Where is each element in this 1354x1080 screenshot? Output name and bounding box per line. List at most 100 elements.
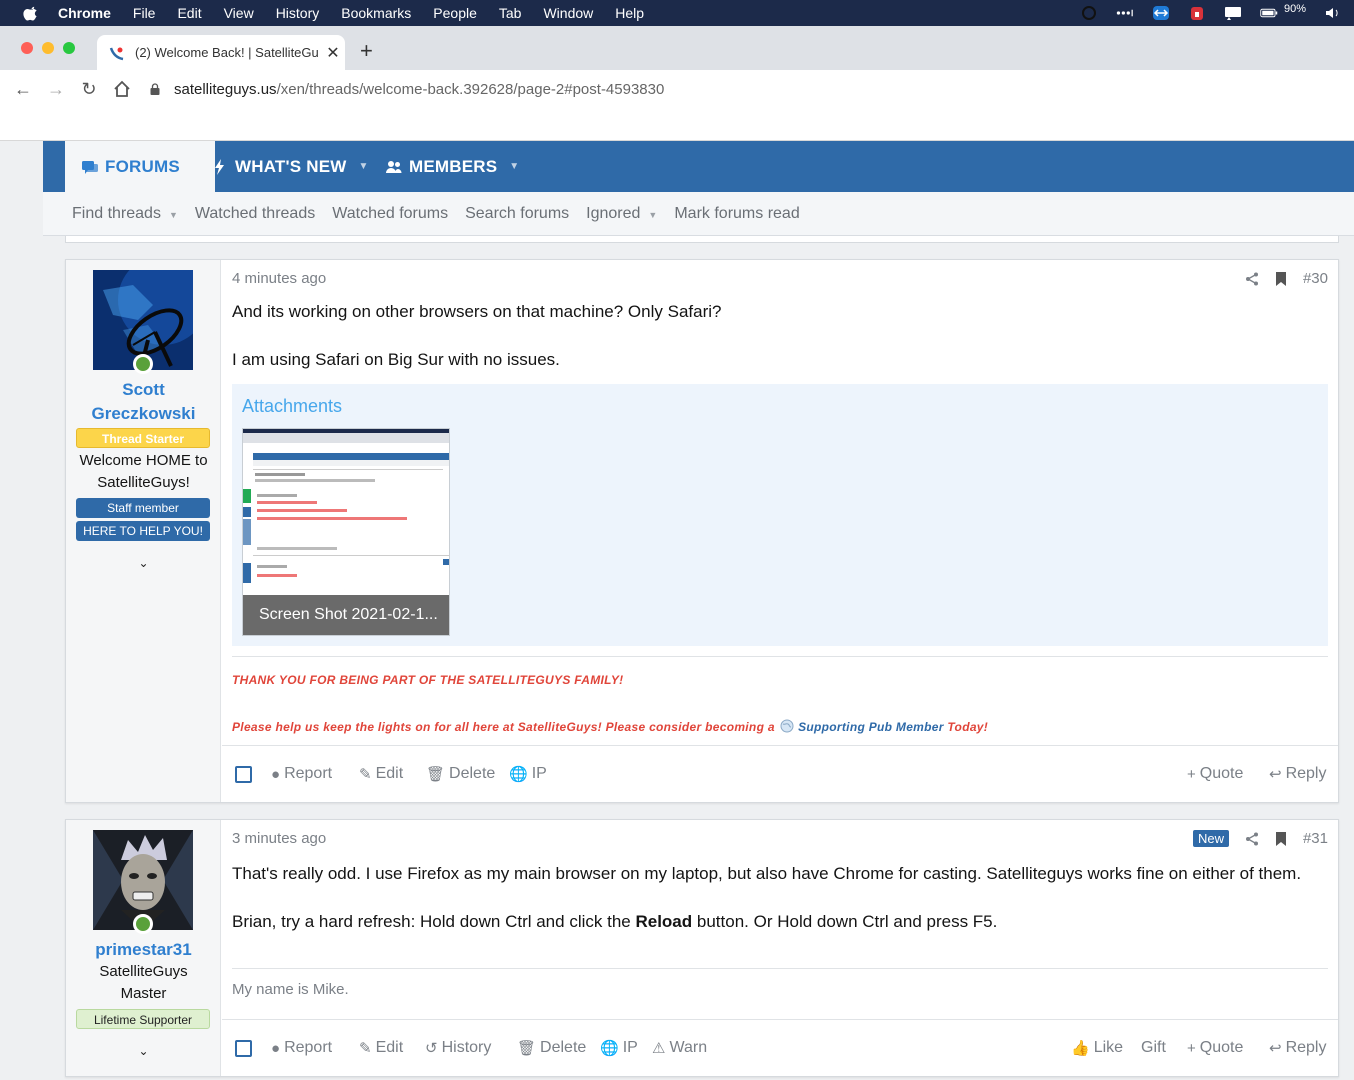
- menu-view[interactable]: View: [224, 5, 254, 21]
- ip-button[interactable]: 🌐 IP: [509, 765, 547, 783]
- select-post-checkbox[interactable]: [235, 766, 252, 783]
- report-button[interactable]: ● Report: [271, 765, 332, 783]
- browser-tab[interactable]: (2) Welcome Back! | SatelliteGu ✕: [97, 35, 345, 70]
- previous-post-edge: [65, 236, 1339, 243]
- post-number[interactable]: #30: [1303, 270, 1328, 287]
- home-icon[interactable]: [112, 79, 132, 99]
- online-status-icon: [133, 914, 153, 934]
- post-time[interactable]: 4 minutes ago: [232, 270, 326, 287]
- window-close-button[interactable]: [21, 42, 33, 54]
- select-post-checkbox[interactable]: [235, 1040, 252, 1057]
- ip-button[interactable]: 🌐 IP: [600, 1039, 638, 1057]
- edit-button[interactable]: ✎ Edit: [359, 765, 403, 783]
- attachment-thumbnail[interactable]: Screen Shot 2021-02-1...: [242, 428, 450, 636]
- delete-label: Delete: [449, 765, 496, 782]
- tab-forums[interactable]: FORUMS: [65, 141, 215, 192]
- menu-edit[interactable]: Edit: [177, 5, 201, 21]
- post-actions: ● Report ✎ Edit ↺ History 🗑 Delete 🌐 IP ⚠ Warn…: [222, 1019, 1338, 1076]
- gift-button[interactable]: Gift: [1141, 1039, 1166, 1057]
- address-bar[interactable]: satelliteguys.us/xen/threads/welcome-bac…: [150, 81, 664, 98]
- post-signature: My name is Mike.: [232, 968, 1328, 1008]
- window-minimize-button[interactable]: [42, 42, 54, 54]
- tab-title: (2) Welcome Back! | SatelliteGu: [135, 45, 319, 60]
- chevron-down-icon: ▼: [648, 209, 658, 220]
- post-31: primestar31 SatelliteGuys Master Lifetim…: [65, 819, 1339, 1077]
- teamviewer-icon[interactable]: [1152, 6, 1170, 20]
- lock-app-icon[interactable]: [1188, 6, 1206, 20]
- lock-icon[interactable]: [150, 83, 160, 95]
- subnav-ignored[interactable]: Ignored ▼: [586, 205, 657, 223]
- post-message: That's really odd. I use Firefox as my m…: [232, 862, 1328, 934]
- url-host: satelliteguys.us: [174, 80, 277, 98]
- notification-icon[interactable]: [1224, 6, 1242, 20]
- new-post-badge: New: [1192, 830, 1229, 847]
- menu-history[interactable]: History: [276, 5, 320, 21]
- report-label: Report: [284, 1039, 333, 1056]
- reply-arrow-icon: ↩: [1269, 1040, 1282, 1057]
- edit-button[interactable]: ✎ Edit: [359, 1039, 403, 1057]
- window-maximize-button[interactable]: [63, 42, 75, 54]
- menu-app-name[interactable]: Chrome: [58, 5, 111, 21]
- new-tab-button[interactable]: +: [360, 38, 373, 64]
- subnav-watched-threads[interactable]: Watched threads: [195, 205, 315, 223]
- supporting-member-link[interactable]: Supporting Pub Member: [798, 720, 944, 734]
- history-icon: ↺: [425, 1040, 438, 1057]
- menu-window[interactable]: Window: [543, 5, 593, 21]
- menu-tab[interactable]: Tab: [499, 5, 522, 21]
- chevron-down-icon[interactable]: ⌄: [66, 556, 221, 570]
- lifetime-supporter-badge: Lifetime Supporter: [76, 1009, 210, 1029]
- username[interactable]: primestar31: [66, 938, 221, 962]
- forward-icon[interactable]: →: [46, 79, 66, 99]
- user-title-line1: SatelliteGuys: [99, 963, 188, 980]
- tab-close-icon[interactable]: ✕: [321, 43, 345, 63]
- quote-button[interactable]: + Quote: [1187, 1039, 1243, 1057]
- menu-bookmarks[interactable]: Bookmarks: [341, 5, 411, 21]
- menu-help[interactable]: Help: [615, 5, 644, 21]
- chevron-down-icon[interactable]: ▼: [509, 161, 519, 172]
- subnav-find-threads[interactable]: Find threads ▼: [72, 205, 178, 223]
- subnav-search-forums[interactable]: Search forums: [465, 205, 569, 223]
- quote-button[interactable]: + Quote: [1187, 765, 1243, 783]
- signature-line1: THANK YOU FOR BEING PART OF THE SATELLIT…: [232, 673, 624, 687]
- subnav-watched-forums[interactable]: Watched forums: [332, 205, 448, 223]
- attachments-heading: Attachments: [242, 396, 343, 416]
- tab-forums-label: FORUMS: [105, 156, 180, 176]
- tab-members[interactable]: MEMBERS ▼: [385, 141, 519, 192]
- reply-button[interactable]: ↩ Reply: [1269, 765, 1326, 783]
- tab-whats-new[interactable]: WHAT'S NEW ▼: [211, 141, 369, 192]
- bookmark-icon[interactable]: [1275, 831, 1287, 846]
- post-time[interactable]: 3 minutes ago: [232, 830, 326, 847]
- chevron-down-icon[interactable]: ⌄: [66, 1044, 221, 1058]
- post-signature: THANK YOU FOR BEING PART OF THE SATELLIT…: [232, 656, 1328, 746]
- attachments-box: Attachments Screen Shot 2021-02-1...: [232, 384, 1328, 646]
- post-number[interactable]: #31: [1303, 830, 1328, 847]
- like-button[interactable]: 👍 Like: [1071, 1039, 1123, 1057]
- delete-button[interactable]: 🗑 Delete: [426, 765, 495, 783]
- dots-status-icon[interactable]: [1116, 6, 1134, 20]
- subnav-mark-forums-read[interactable]: Mark forums read: [674, 205, 799, 223]
- apple-icon[interactable]: [22, 4, 40, 22]
- post-tools: #30: [1245, 270, 1328, 287]
- menu-people[interactable]: People: [433, 5, 477, 21]
- user-title: SatelliteGuys Master: [66, 961, 221, 1005]
- back-icon[interactable]: ←: [13, 79, 33, 99]
- delete-button[interactable]: 🗑 Delete: [517, 1039, 586, 1057]
- share-icon[interactable]: [1245, 832, 1259, 846]
- reload-icon[interactable]: ↻: [79, 79, 99, 99]
- volume-icon[interactable]: [1324, 6, 1342, 20]
- menu-file[interactable]: File: [133, 5, 156, 21]
- bookmark-icon[interactable]: [1275, 271, 1287, 286]
- globe-icon: [780, 719, 794, 733]
- chevron-down-icon[interactable]: ▼: [359, 161, 369, 172]
- history-button[interactable]: ↺ History: [425, 1039, 491, 1057]
- circle-status-icon[interactable]: [1080, 6, 1098, 20]
- ip-label: IP: [531, 765, 547, 782]
- report-button[interactable]: ● Report: [271, 1039, 332, 1057]
- user-title-line1: Welcome HOME to: [79, 452, 208, 469]
- warn-button[interactable]: ⚠ Warn: [652, 1039, 707, 1057]
- share-icon[interactable]: [1245, 272, 1259, 286]
- reply-button[interactable]: ↩ Reply: [1269, 1039, 1326, 1057]
- battery-icon[interactable]: [1260, 6, 1278, 20]
- username[interactable]: Scott Greczkowski: [66, 378, 221, 426]
- exclamation-circle-icon: ●: [271, 765, 281, 783]
